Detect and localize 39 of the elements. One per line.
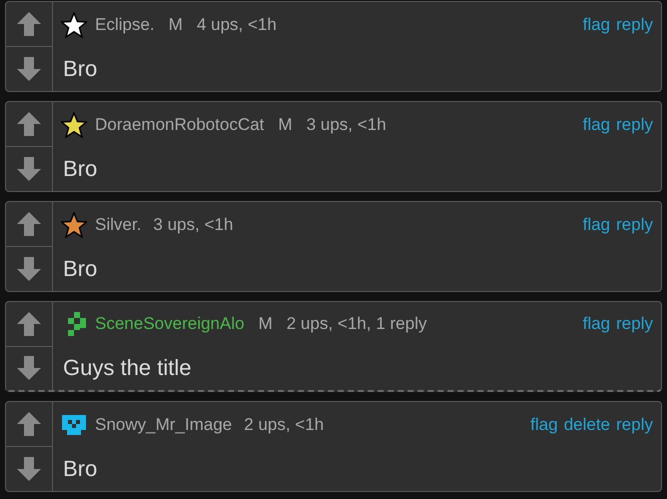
comment-meta: 2 ups, <1h xyxy=(244,414,324,434)
mod-label: M xyxy=(168,14,183,34)
username: Snowy_Mr_Image xyxy=(95,414,232,434)
action-link[interactable]: flag xyxy=(530,414,558,434)
up-arrow-icon xyxy=(16,411,42,437)
action-link[interactable]: reply xyxy=(616,214,653,234)
up-arrow-icon xyxy=(16,11,42,37)
action-link[interactable]: flag xyxy=(582,314,610,334)
comment-meta: 3 ups, <1h xyxy=(153,214,234,234)
comment-text: Bro xyxy=(63,456,98,482)
mod-label: M xyxy=(278,114,292,134)
comment-text: Bro xyxy=(63,56,98,82)
down-arrow-icon xyxy=(16,156,42,182)
username: Eclipse. xyxy=(95,14,155,34)
action-link[interactable]: flag xyxy=(582,14,610,34)
up-arrow-icon xyxy=(16,211,42,237)
username: SceneSovereignAlo xyxy=(95,314,244,334)
comment-text: Bro xyxy=(63,156,98,182)
comment-meta: 4 ups, <1h xyxy=(196,14,277,34)
action-link[interactable]: flag xyxy=(582,214,610,234)
action-link[interactable]: reply xyxy=(616,414,653,434)
comment-meta: 2 ups, <1h, 1 reply xyxy=(286,314,427,334)
comment-meta: 3 ups, <1h xyxy=(306,114,386,134)
down-arrow-icon xyxy=(16,456,42,482)
mod-label: M xyxy=(258,314,272,334)
action-link[interactable]: delete xyxy=(564,414,610,434)
down-arrow-icon xyxy=(16,355,42,382)
down-arrow-icon xyxy=(16,56,42,82)
action-link[interactable]: flag xyxy=(582,114,610,134)
down-arrow-icon xyxy=(16,256,42,282)
action-link[interactable]: reply xyxy=(616,314,653,334)
comment-text: Bro xyxy=(63,256,98,282)
up-arrow-icon xyxy=(16,310,42,337)
comment-text: Guys the title xyxy=(63,355,192,382)
username: Silver. xyxy=(95,214,142,234)
username: DoraemonRobotocCat xyxy=(95,114,264,134)
action-link[interactable]: reply xyxy=(616,114,653,134)
action-link[interactable]: reply xyxy=(616,14,653,34)
up-arrow-icon xyxy=(16,111,42,137)
